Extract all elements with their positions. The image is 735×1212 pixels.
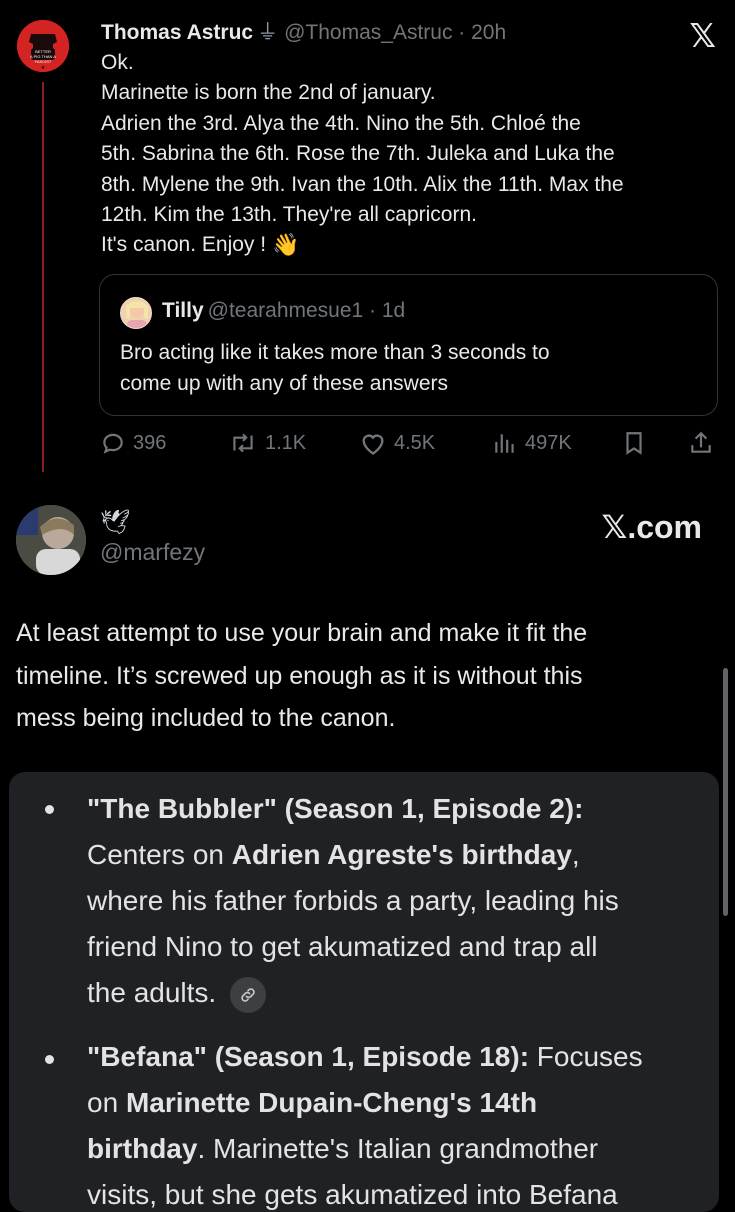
- source-link-button[interactable]: [229, 976, 266, 1013]
- share-icon: [691, 431, 711, 453]
- tweet-header: Thomas Astruc ⏚ @Thomas_Astruc · 20h: [101, 16, 506, 46]
- tweet-text: Ok. Marinette is born the 2nd of january…: [101, 48, 726, 261]
- quote-handle-time[interactable]: @tearahmesue1 · 1d: [208, 299, 406, 322]
- marfezy-handle[interactable]: @marfezy: [100, 539, 205, 566]
- bookmark-icon: [626, 432, 642, 455]
- xcom-suffix: .com: [627, 509, 702, 545]
- item-title-tail: Focuses: [529, 1041, 643, 1072]
- author-avatar[interactable]: BETTER A PIG THAN A FASCIST ★: [17, 20, 69, 72]
- item-body: where his father forbids a party, leadin…: [87, 885, 619, 1008]
- tweet-actions: 396 1.1K 4.5K 497K: [100, 430, 720, 464]
- views-button[interactable]: 497K: [492, 430, 572, 456]
- scrollbar[interactable]: [723, 668, 728, 916]
- bookmark-button[interactable]: [622, 430, 653, 456]
- ai-answer-card: "The Bubbler" (Season 1, Episode 2): Cen…: [9, 772, 719, 1212]
- x-brand-icon: 𝕏: [601, 508, 628, 546]
- item-text-c: . Marinette's Italian grandmother: [197, 1133, 599, 1164]
- repost-icon: [233, 433, 253, 453]
- like-count: 4.5K: [394, 431, 436, 454]
- repost-button[interactable]: 1.1K: [228, 430, 306, 456]
- quote-author-avatar[interactable]: [120, 297, 152, 329]
- reply-count: 396: [133, 431, 167, 454]
- post-text: At least attempt to use your brain and m…: [16, 619, 588, 732]
- list-item: "The Bubbler" (Season 1, Episode 2): Cen…: [87, 786, 707, 1016]
- item-title: "Befana" (Season 1, Episode 18):: [87, 1041, 530, 1072]
- reply-button[interactable]: 396: [100, 430, 166, 456]
- heart-icon: [362, 434, 384, 455]
- repost-count: 1.1K: [265, 431, 307, 454]
- item-highlight: Marinette Dupain-Cheng's 14th: [125, 1087, 538, 1118]
- item-text-d: visits, but she gets akumatized into Bef…: [87, 1179, 618, 1210]
- quote-text: Bro acting like it takes more than 3 sec…: [120, 341, 550, 395]
- list-item: "Befana" (Season 1, Episode 18): Focuses…: [87, 1034, 707, 1212]
- author-name[interactable]: Thomas Astruc: [101, 21, 253, 44]
- bullet-point: [45, 805, 54, 814]
- like-button[interactable]: 4.5K: [359, 430, 435, 456]
- reply-icon: [103, 433, 123, 454]
- author-glyph: ⏚: [257, 21, 279, 44]
- quote-header: Tilly @tearahmesue1 · 1d: [162, 299, 405, 323]
- svg-text:★: ★: [41, 65, 46, 71]
- xcom-logo: 𝕏.com: [602, 508, 702, 546]
- item-highlight-2: birthday: [87, 1133, 198, 1164]
- item-title: "The Bubbler" (Season 1, Episode 2):: [87, 793, 584, 824]
- share-button[interactable]: [688, 430, 721, 456]
- views-count: 497K: [525, 431, 572, 454]
- bullet-point: [45, 1055, 54, 1064]
- tweet-body: Ok. Marinette is born the 2nd of january…: [101, 51, 624, 257]
- author-handle-time[interactable]: @Thomas_Astruc · 20h: [284, 21, 506, 44]
- item-text-c: ,: [571, 839, 580, 870]
- marfezy-avatar[interactable]: [16, 505, 86, 575]
- link-icon: [241, 987, 255, 1002]
- dove-icon: 🕊: [100, 508, 131, 536]
- thread-line: [42, 82, 44, 472]
- item-text-a: Centers on: [87, 839, 232, 870]
- quote-author-name[interactable]: Tilly: [162, 299, 204, 322]
- waving-hand-icon: 👋: [272, 232, 300, 258]
- item-text-a: on: [87, 1087, 126, 1118]
- views-icon: [495, 434, 514, 453]
- item-highlight: Adrien Agreste's birthday: [231, 839, 572, 870]
- quoted-tweet-card[interactable]: Tilly @tearahmesue1 · 1d Bro acting like …: [99, 274, 718, 416]
- svg-text:FASCIST: FASCIST: [35, 59, 52, 64]
